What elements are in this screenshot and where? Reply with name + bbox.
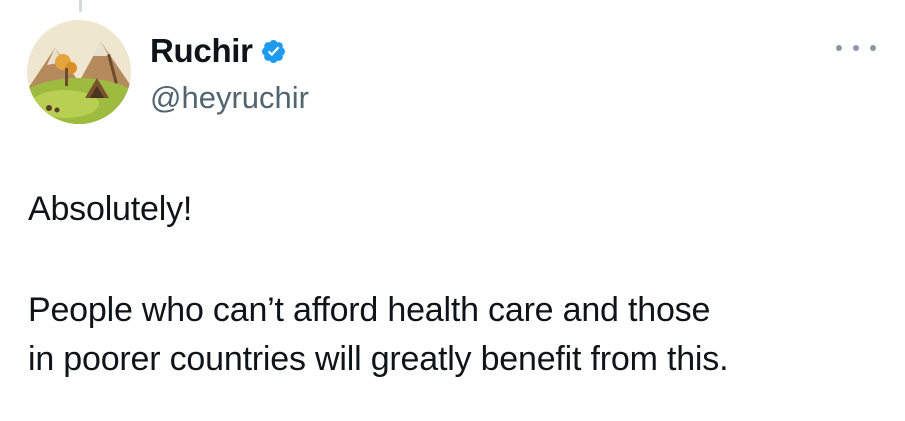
more-dot-2 bbox=[853, 45, 859, 51]
verified-badge-icon bbox=[261, 39, 285, 63]
tweet-text-paragraph-2: People who can’t afford health care and … bbox=[28, 291, 729, 378]
author-name-row: Ruchir bbox=[150, 30, 309, 72]
tweet-body: Absolutely! People who can’t afford heal… bbox=[28, 185, 888, 384]
tweet-author: Ruchir @heyruchir bbox=[150, 30, 309, 116]
author-display-name[interactable]: Ruchir bbox=[150, 30, 253, 72]
avatar-image bbox=[27, 20, 131, 124]
author-handle[interactable]: @heyruchir bbox=[150, 80, 309, 116]
more-options-icon[interactable] bbox=[836, 38, 876, 58]
more-dot-1 bbox=[836, 45, 842, 51]
tweet-text-paragraph-1: Absolutely! bbox=[28, 190, 193, 228]
thread-connector-line bbox=[79, 0, 82, 12]
more-dot-3 bbox=[870, 45, 876, 51]
avatar[interactable] bbox=[27, 20, 131, 124]
